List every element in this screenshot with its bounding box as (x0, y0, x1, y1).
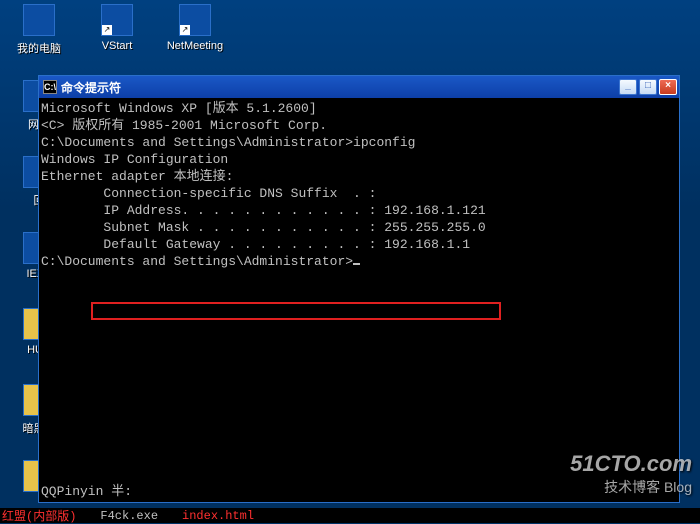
console-line: Ethernet adapter 本地连接: (41, 168, 675, 185)
taskbar-item[interactable]: 红盟(内部版) (2, 507, 76, 524)
taskbar-item[interactable]: F4ck.exe (100, 509, 158, 523)
watermark: 51CTO.com 技术博客 Blog (570, 451, 692, 497)
watermark-big: 51CTO.com (570, 451, 692, 477)
shortcut-arrow-icon: ↗ (180, 25, 190, 35)
cmd-icon: C:\ (43, 80, 57, 94)
minimize-button[interactable]: _ (619, 79, 637, 95)
taskbar[interactable]: 红盟(内部版) F4ck.exe index.html (0, 508, 700, 523)
app-icon: ↗ (101, 4, 133, 36)
window-title: 命令提示符 (61, 79, 619, 96)
ime-status: QQPinyin 半: (41, 483, 132, 500)
console-line: Microsoft Windows XP [版本 5.1.2600] (41, 100, 675, 117)
desktop-icon-vstart[interactable]: ↗ VStart (82, 4, 152, 52)
watermark-small: 技术博客 Blog (570, 477, 692, 497)
close-button[interactable]: × (659, 79, 677, 95)
maximize-button[interactable]: □ (639, 79, 657, 95)
icon-label: NetMeeting (160, 40, 230, 52)
desktop: 我的电脑 ↗ VStart ↗ NetMeeting 网上 回 IEXP HUC… (0, 0, 700, 523)
console-line: <C> 版权所有 1985-2001 Microsoft Corp. (41, 117, 675, 134)
console-line: Subnet Mask . . . . . . . . . . . : 255.… (41, 219, 675, 236)
app-icon: ↗ (179, 4, 211, 36)
titlebar[interactable]: C:\ 命令提示符 _ □ × (39, 76, 679, 98)
icon-label: VStart (82, 40, 152, 52)
cmd-window: C:\ 命令提示符 _ □ × Microsoft Windows XP [版本… (38, 75, 680, 503)
icon-label: 我的电脑 (4, 40, 74, 56)
desktop-icon-mycomputer[interactable]: 我的电脑 (4, 4, 74, 56)
console-line: IP Address. . . . . . . . . . . . : 192.… (41, 202, 675, 219)
window-controls: _ □ × (619, 79, 677, 95)
shortcut-arrow-icon: ↗ (102, 25, 112, 35)
taskbar-item[interactable]: index.html (182, 509, 254, 523)
computer-icon (23, 4, 55, 36)
ip-highlight-box (91, 302, 501, 320)
console-line: Connection-specific DNS Suffix . : (41, 185, 675, 202)
console-line: C:\Documents and Settings\Administrator> (41, 253, 675, 270)
console-line: Windows IP Configuration (41, 151, 675, 168)
console-output[interactable]: Microsoft Windows XP [版本 5.1.2600]<C> 版权… (39, 98, 679, 502)
console-line: Default Gateway . . . . . . . . . : 192.… (41, 236, 675, 253)
desktop-icon-netmeeting[interactable]: ↗ NetMeeting (160, 4, 230, 52)
console-line: C:\Documents and Settings\Administrator>… (41, 134, 675, 151)
